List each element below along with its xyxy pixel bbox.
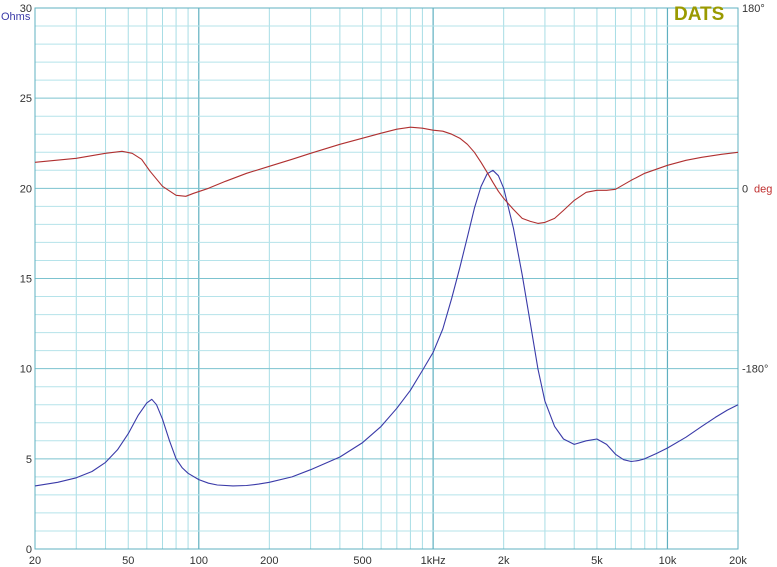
- dats-watermark: DATS: [674, 4, 725, 25]
- y2-tick-label: 180°: [742, 3, 765, 15]
- x-tick-label: 200: [260, 555, 278, 567]
- y-tick-label: 20: [20, 183, 32, 195]
- x-tick-label: 2k: [498, 555, 510, 567]
- impedance-phase-chart: 20 50 100 200 500 1kHz 2k 5k 10k 20k051015202530O…: [1, 3, 772, 567]
- chart-area: 20 50 100 200 500 1kHz 2k 5k 10k 20k 0 5 10 15 20 25 30 O…: [0, 0, 777, 567]
- y-tick-label: 25: [20, 93, 32, 105]
- y-tick-label: 5: [26, 454, 32, 466]
- y-tick-label: 10: [20, 364, 32, 376]
- y2-tick-label: -180°: [742, 364, 768, 376]
- y-axis-unit-label: Ohms: [1, 11, 31, 23]
- y2-axis-unit-label: deg: [754, 183, 772, 195]
- y-tick-label: 0: [26, 544, 32, 556]
- x-tick-label: 50: [122, 555, 134, 567]
- x-tick-label: 20: [29, 555, 41, 567]
- x-tick-label: 1kHz: [421, 555, 446, 567]
- x-tick-label: 10k: [659, 555, 677, 567]
- y2-tick-label: 0: [742, 183, 748, 195]
- x-tick-label: 5k: [591, 555, 603, 567]
- y-tick-label: 15: [20, 274, 32, 286]
- x-tick-label: 500: [353, 555, 371, 567]
- x-tick-label: 100: [190, 555, 208, 567]
- x-tick-label: 20k: [729, 555, 747, 567]
